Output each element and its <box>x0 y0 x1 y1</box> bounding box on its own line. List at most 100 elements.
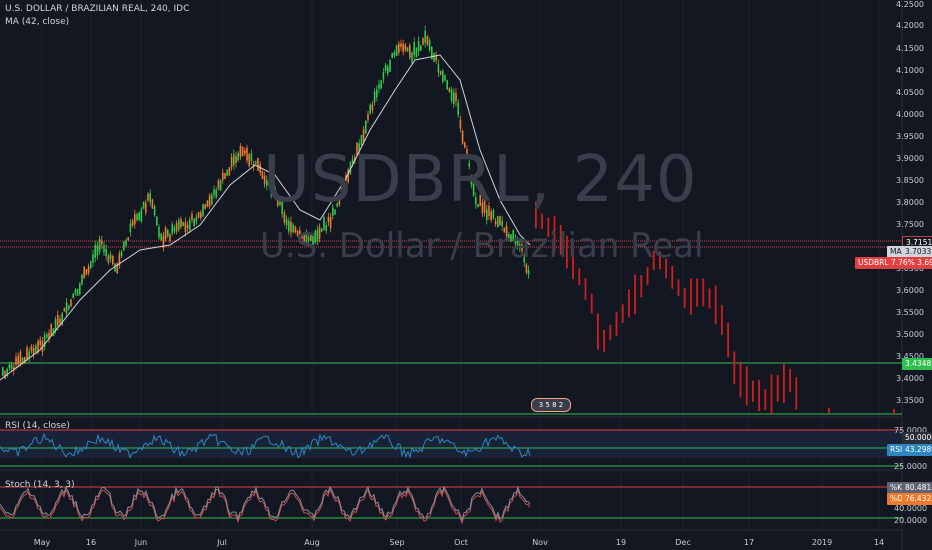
candle-body <box>107 255 110 263</box>
candle-body <box>189 219 191 231</box>
projection-bar <box>584 278 587 301</box>
projection-bar <box>708 288 711 309</box>
time-tick: Aug <box>304 538 320 547</box>
candle-body <box>244 149 246 154</box>
candle-body <box>65 302 68 314</box>
candle-body <box>81 274 83 285</box>
candle-body <box>202 204 204 217</box>
candle-body <box>87 266 90 274</box>
candle-body <box>228 167 231 176</box>
candle-body <box>219 180 222 191</box>
candle-body <box>129 223 132 233</box>
candle-body <box>402 43 404 52</box>
price-tick: 3.6000 <box>896 286 924 295</box>
candle-body <box>211 194 213 205</box>
candle-body <box>145 202 147 213</box>
candle-body <box>257 157 259 171</box>
candle-body <box>195 217 198 222</box>
candle-body <box>241 146 244 157</box>
candle-body <box>17 355 19 365</box>
candle-body <box>285 219 288 226</box>
candle-body <box>215 189 217 197</box>
price-tick: 3.4000 <box>896 374 924 383</box>
candle-body <box>411 52 413 63</box>
price-tick: 4.0000 <box>896 110 924 119</box>
price-tag-change: 7.76% <box>890 258 915 267</box>
projection-bar <box>702 278 705 307</box>
candle-body <box>164 227 167 240</box>
candle-body <box>461 130 464 144</box>
candle-body <box>193 219 195 226</box>
candle-body <box>182 222 184 226</box>
candle-body <box>246 147 248 161</box>
rsi-tick: 25.0000 <box>894 462 928 471</box>
watermark-title: USDBRL, 240 <box>263 143 698 217</box>
candle-body <box>437 64 440 73</box>
candle-body <box>57 314 59 326</box>
rsi-legend[interactable]: RSI (14, close) <box>5 421 70 431</box>
projection-bar <box>893 409 895 414</box>
stoch-d-tag: 76.4325 <box>902 493 932 505</box>
candle-body <box>235 156 237 163</box>
rsi-mid-tag: 50.0000 <box>902 432 932 444</box>
candle-body <box>450 89 453 101</box>
candle-body <box>79 283 81 295</box>
candle-body <box>59 318 61 324</box>
stoch-legend[interactable]: Stoch (14, 3, 3) <box>5 480 75 490</box>
candle-body <box>151 199 154 209</box>
candle-body <box>127 237 129 241</box>
candle-body <box>125 240 127 246</box>
candle-body <box>424 30 426 43</box>
projection-bar <box>721 305 723 335</box>
projection-bar <box>714 285 717 325</box>
time-tick: 2019 <box>811 538 833 547</box>
candle-body <box>158 226 160 238</box>
candle-body <box>376 89 378 98</box>
chart-window[interactable]: USDBRL, 240 U.S. Dollar / Brazilian Real… <box>0 0 932 550</box>
candle-body <box>230 156 233 168</box>
ma-legend[interactable]: MA (42, close) <box>5 17 69 27</box>
ma-line <box>0 54 531 381</box>
candle-body <box>153 206 156 216</box>
candle-body <box>10 364 13 370</box>
candle-body <box>224 172 226 179</box>
stoch-tick: 40.0000 <box>894 504 928 513</box>
candle-body <box>378 84 380 89</box>
candle-body <box>186 225 189 229</box>
candle-body <box>213 189 215 195</box>
candle-body <box>415 47 418 58</box>
candle-body <box>70 299 72 307</box>
candle-body <box>149 193 151 203</box>
time-tick: Jul <box>217 538 227 547</box>
candle-body <box>4 370 6 379</box>
rsi-tag: 43.2989 <box>902 444 932 456</box>
candle-body <box>208 195 211 207</box>
price-tag-label: USDBRL <box>858 258 889 267</box>
time-tick: May <box>33 538 51 547</box>
candle-body <box>455 93 457 102</box>
candle-body <box>171 224 173 234</box>
candle-body <box>453 92 455 105</box>
symbol-legend[interactable]: U.S. DOLLAR / BRAZILIAN REAL, 240, IDC <box>5 4 189 14</box>
projection-bar <box>634 274 636 315</box>
candle-body <box>406 47 409 52</box>
price-tick: 3.3500 <box>896 396 924 405</box>
projection-bar <box>776 374 779 402</box>
candle-body <box>197 212 200 218</box>
price-chart[interactable] <box>0 0 932 550</box>
candle-body <box>365 120 367 134</box>
projection-bar <box>789 368 791 393</box>
candle-body <box>68 305 70 310</box>
price-tick: 4.0500 <box>896 88 924 97</box>
projection-bar <box>590 293 593 314</box>
candle-body <box>367 113 369 121</box>
time-tick: 16 <box>85 538 97 547</box>
candle-body <box>442 70 444 82</box>
candle-body <box>2 367 4 376</box>
candle-body <box>433 52 435 62</box>
candle-body <box>362 129 365 142</box>
stoch-tick: 20.0000 <box>894 516 928 525</box>
events-badge[interactable]: 3 5 8 2 <box>531 398 571 412</box>
candle-body <box>92 254 94 263</box>
projection-bar <box>603 329 605 352</box>
